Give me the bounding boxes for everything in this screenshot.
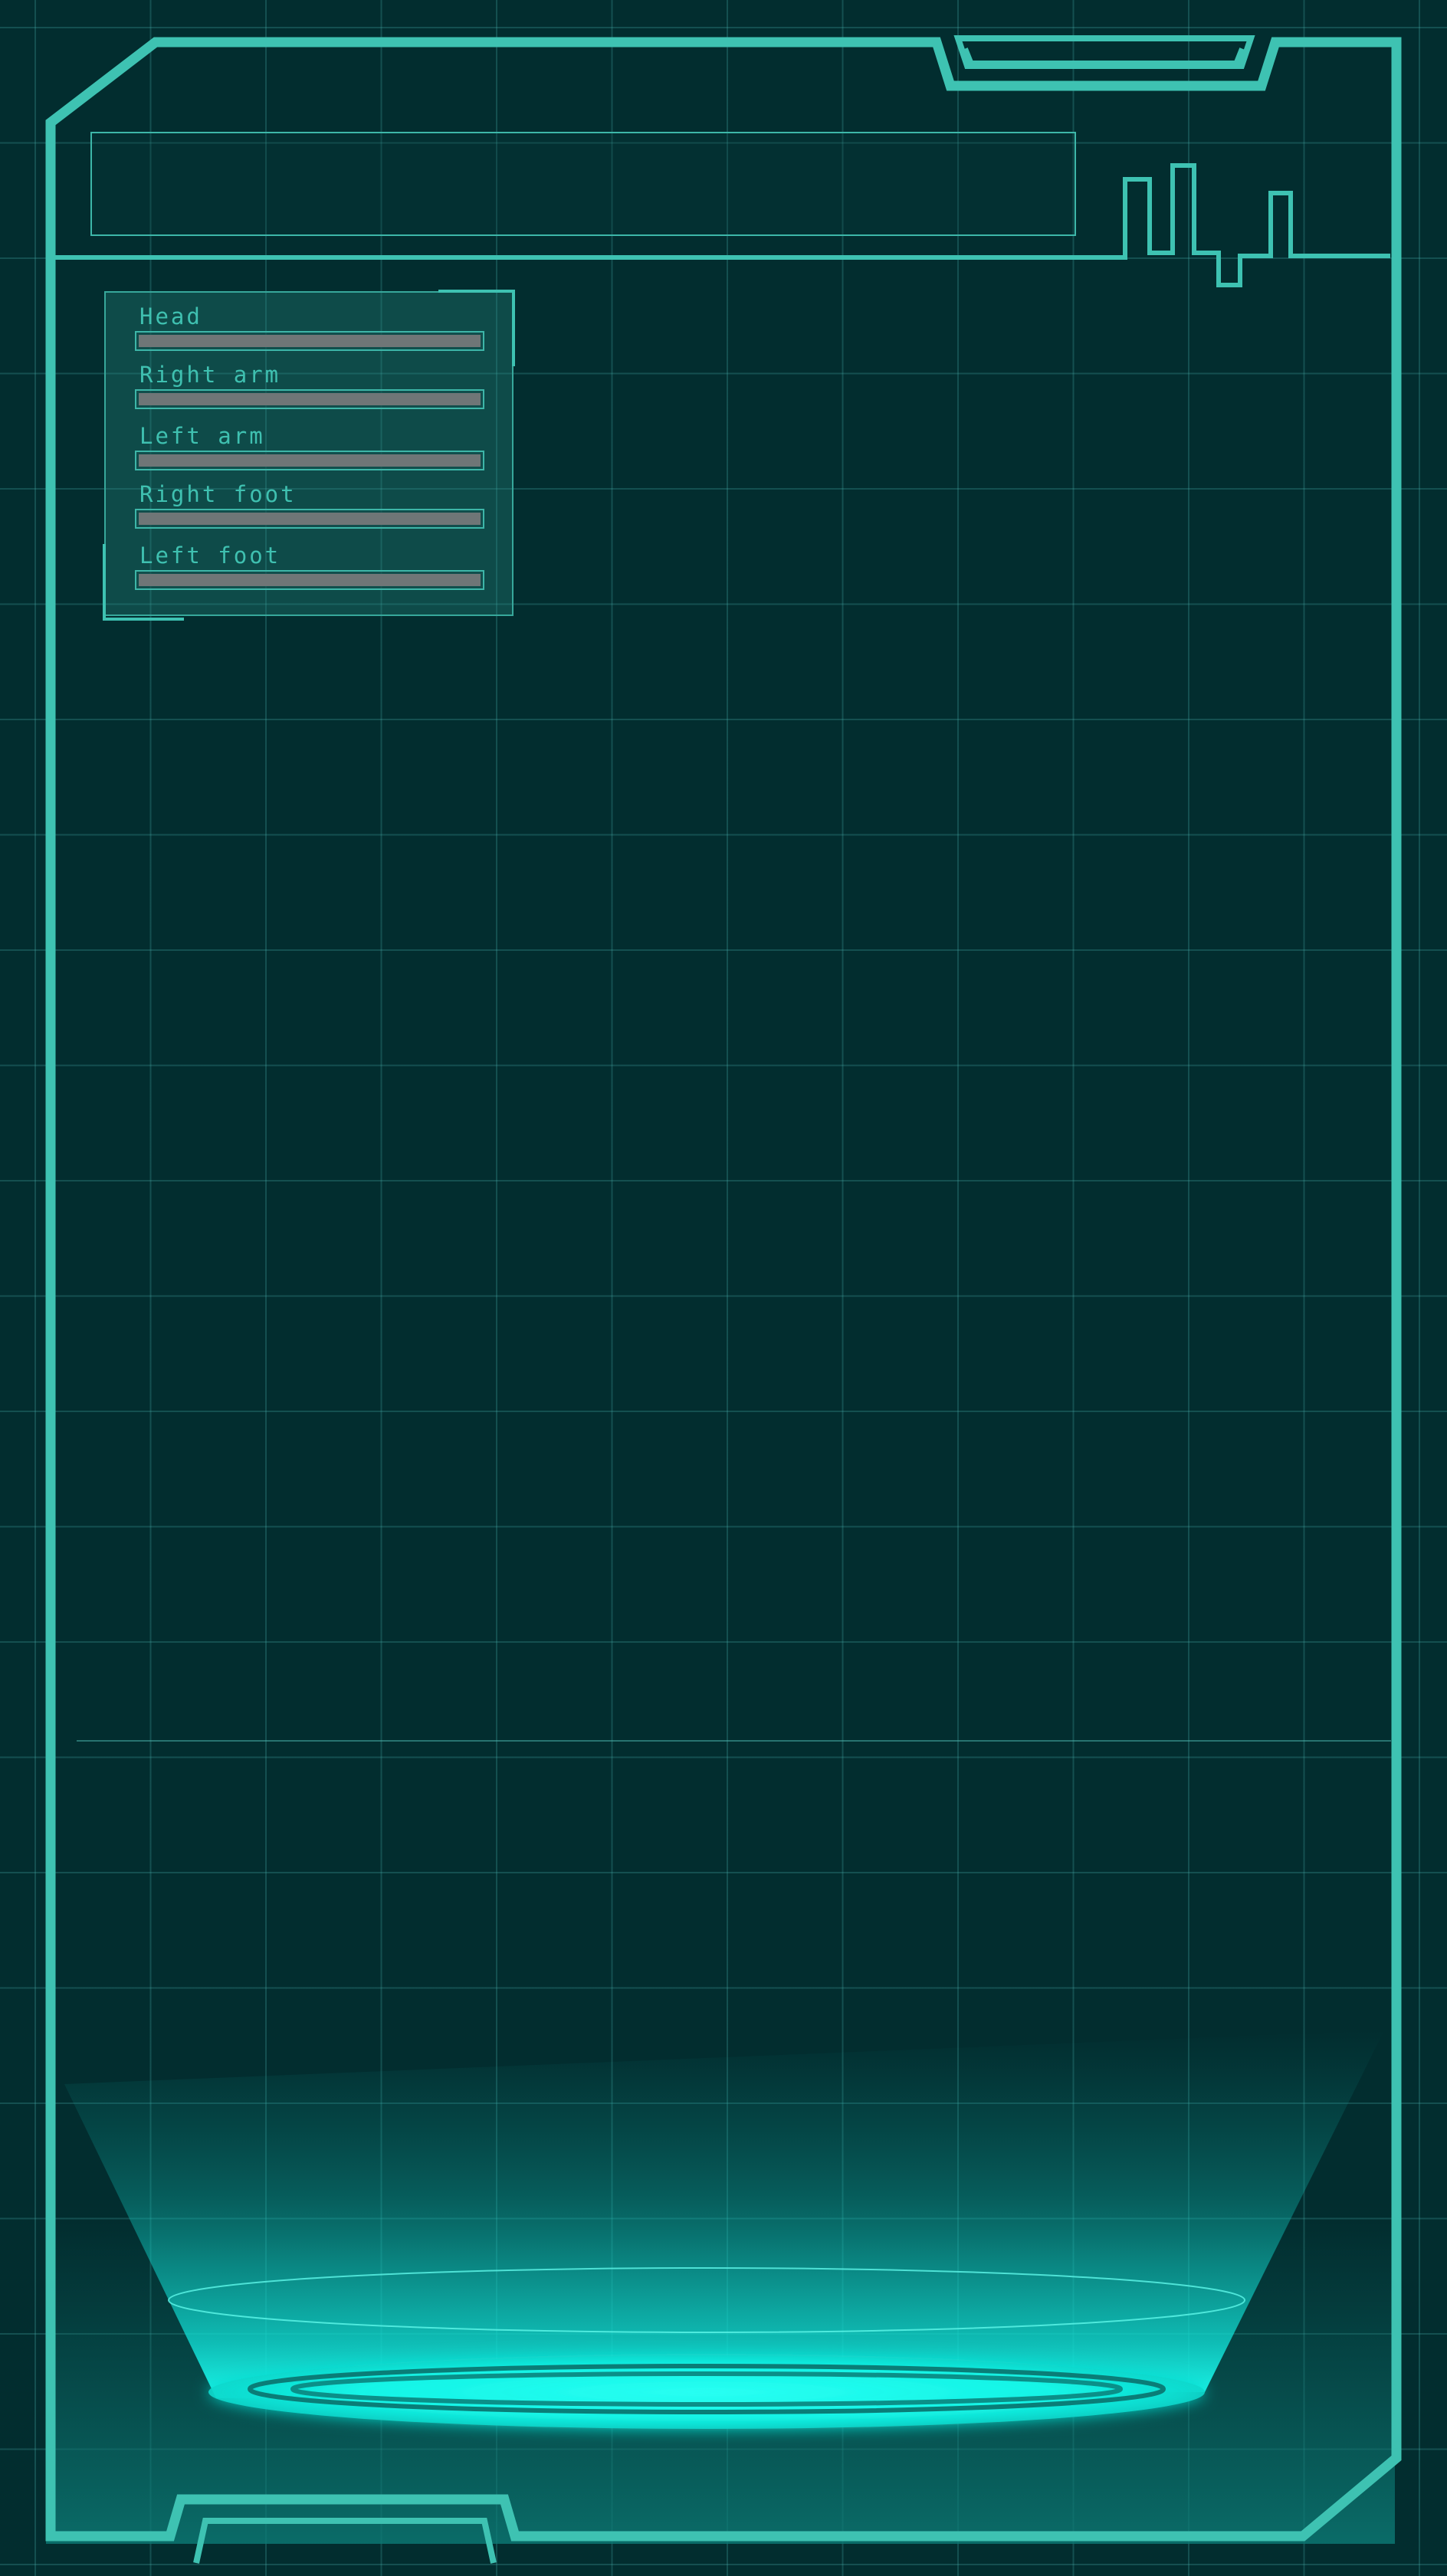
- health-bar: [135, 570, 484, 590]
- body-part-label: Left arm: [139, 423, 265, 449]
- health-bar: [135, 451, 484, 470]
- body-part-head: Head: [135, 303, 484, 351]
- body-part-right-foot: Right foot: [135, 481, 484, 529]
- body-part-label: Right foot: [139, 481, 297, 507]
- hud-screen: Head Right arm Left arm Right foot Left: [0, 0, 1447, 2576]
- health-bar-fill: [139, 393, 481, 405]
- health-bar: [135, 509, 484, 529]
- title-bar: [90, 132, 1076, 236]
- body-part-right-arm: Right arm: [135, 362, 484, 409]
- health-bar-fill: [139, 454, 481, 467]
- body-part-left-foot: Left foot: [135, 542, 484, 590]
- health-bar-fill: [139, 513, 481, 525]
- body-part-label: Right arm: [139, 362, 281, 388]
- health-bar-fill: [139, 574, 481, 586]
- hologram-portal-icon: [64, 2030, 1384, 2429]
- body-part-label: Left foot: [139, 542, 281, 569]
- health-bar: [135, 331, 484, 351]
- health-bar: [135, 389, 484, 409]
- body-part-label: Head: [139, 303, 202, 329]
- body-status-panel: Head Right arm Left arm Right foot Left: [103, 290, 515, 621]
- body-part-left-arm: Left arm: [135, 423, 484, 470]
- health-bar-fill: [139, 335, 481, 347]
